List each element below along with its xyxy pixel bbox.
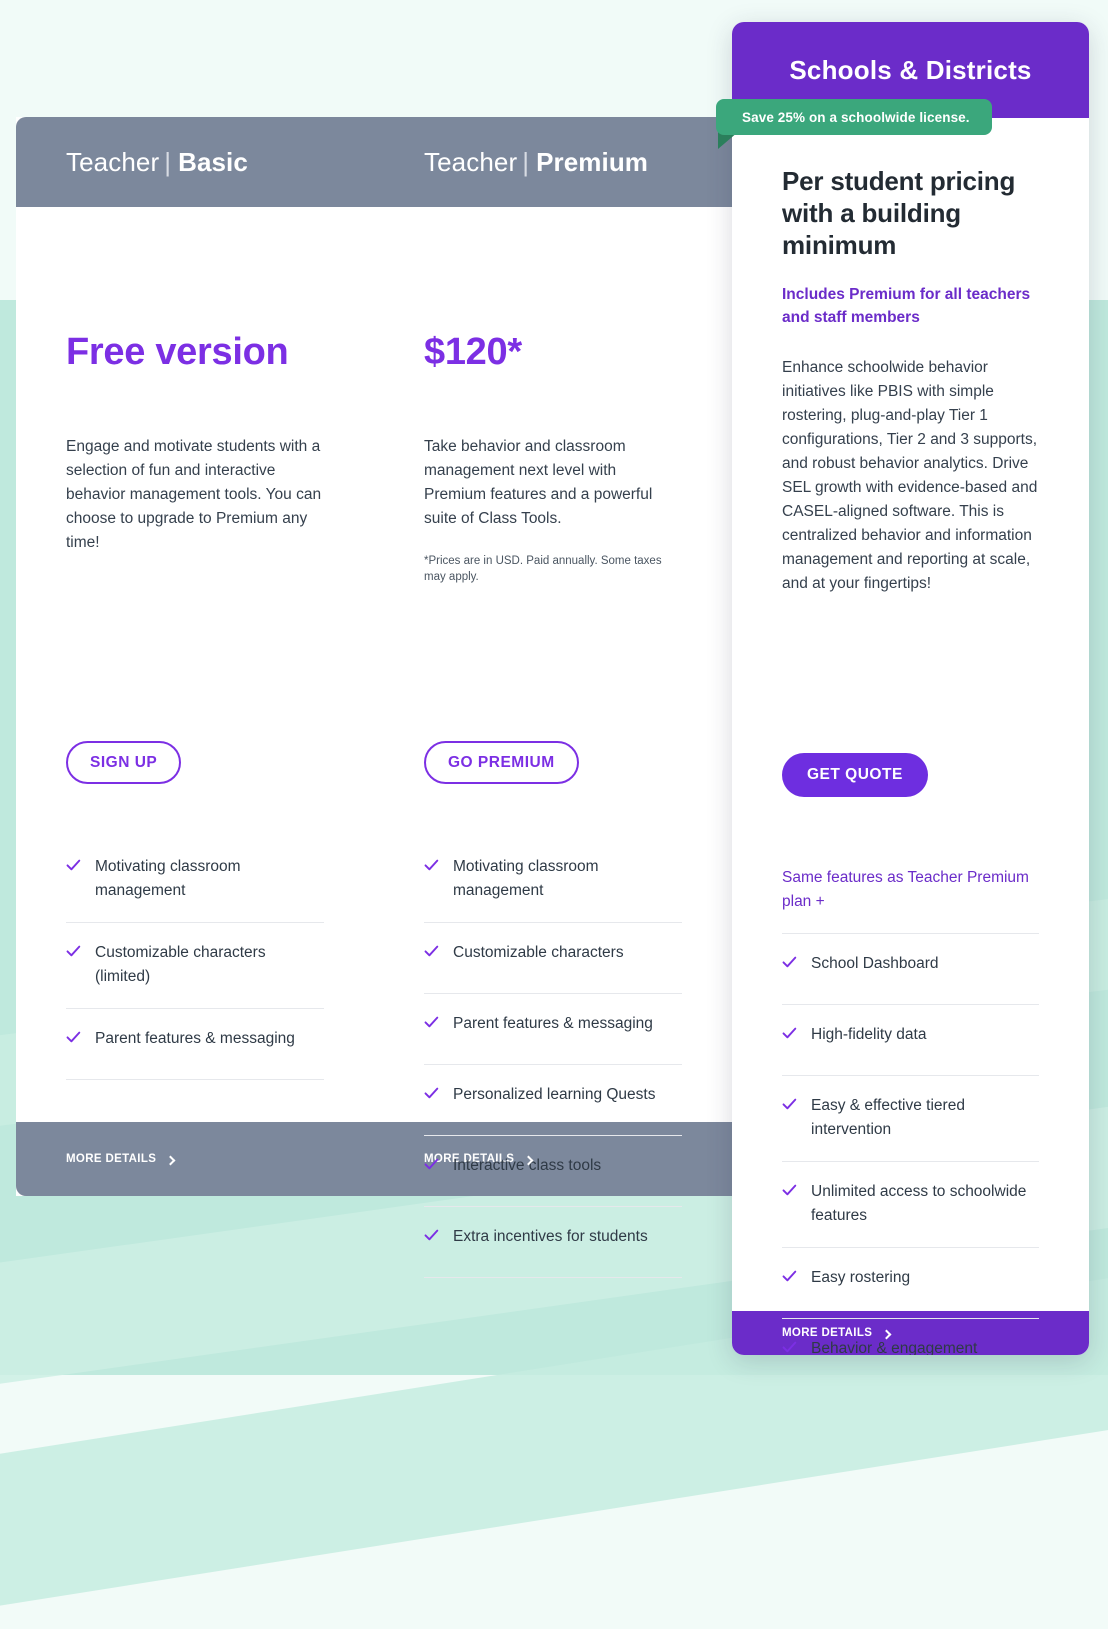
plan-body-premium: $120* Take behavior and classroom manage… [374,207,732,1278]
check-icon [782,1097,797,1112]
feature-row: Parent features & messaging [424,994,682,1065]
chevron-right-icon [165,1155,176,1165]
feature-label: Motivating classroom management [453,858,599,899]
check-icon [424,1086,439,1101]
feature-list-schools: Same features as Teacher Premium plan + … [732,848,1089,1355]
plan-card-schools: Schools & Districts Per student pricing … [732,22,1089,1355]
schools-cta-row: GET QUOTE [782,753,928,797]
plan-title-name: Basic [178,146,248,177]
feature-label: Behavior & engagement analytics [811,1340,978,1355]
feature-label: Extra incentives for students [453,1228,648,1245]
plan-header-premium: Teacher | Premium [374,117,732,207]
schools-body: Per student pricing with a building mini… [732,118,1089,1355]
feature-label: Personalized learning Quests [453,1086,656,1103]
check-icon [424,1228,439,1243]
savings-ribbon: Save 25% on a schoolwide license. [716,99,992,149]
plan-price-basic: Free version [66,331,289,373]
plan-title-name: Premium [536,146,649,177]
plan-price-premium: $120* [424,331,522,373]
feature-label: Customizable characters [453,944,624,961]
feature-label: Motivating classroom management [95,858,241,899]
check-icon [782,1340,797,1355]
plan-title-prefix: Teacher [66,146,160,177]
feature-row: Extra incentives for students [424,1207,682,1278]
plan-header-basic: Teacher | Basic [16,117,374,207]
feature-row: High-fidelity data [782,1005,1039,1076]
feature-list-basic: Motivating classroom management Customiz… [16,837,374,1080]
feature-row: Easy rostering [782,1248,1039,1319]
ribbon-body: Save 25% on a schoolwide license. [716,99,992,135]
check-icon [782,1026,797,1041]
check-icon [782,1183,797,1198]
feature-row: Parent features & messaging [66,1009,324,1080]
feature-row: Customizable characters (limited) [66,923,324,1009]
feature-row: Behavior & engagement analytics [782,1319,1039,1355]
ribbon-label: Save 25% on a schoolwide license. [742,109,970,125]
plan-description-premium: Take behavior and classroom management n… [424,438,653,527]
plan-card-premium: Teacher | Premium $120* Take behavior and … [374,117,732,1278]
schools-subtitle: Includes Premium for all teachers and st… [782,286,1031,326]
check-icon [66,1030,81,1045]
check-icon [424,1157,439,1172]
check-icon [66,858,81,873]
schools-description: Enhance schoolwide behavior initiatives … [782,359,1038,592]
feature-row: Unlimited access to schoolwide features [782,1162,1039,1248]
plan-body-basic: Free version Engage and motivate student… [16,207,374,1122]
plan-title-premium: Teacher | Premium [424,147,648,178]
more-details-label: MORE DETAILS [66,1153,157,1165]
feature-row: Motivating classroom management [66,837,324,923]
plan-title-prefix: Teacher [424,146,518,177]
go-premium-button[interactable]: GO PREMIUM [424,741,579,784]
feature-label: Parent features & messaging [453,1015,653,1032]
plan-title-basic: Teacher | Basic [66,147,248,178]
plan-cta-row-premium: GO PREMIUM [424,741,579,784]
get-quote-button[interactable]: GET QUOTE [782,753,928,797]
plan-title-separator: | [164,146,172,177]
feature-label: Unlimited access to schoolwide features [811,1183,1027,1224]
schools-features-note: Same features as Teacher Premium plan + [782,848,1039,934]
feature-row: Motivating classroom management [424,837,682,923]
feature-label: Parent features & messaging [95,1030,295,1047]
plan-card-basic: Teacher | Basic Free version Engage and mo… [16,117,374,1196]
pricing-board: Teacher | Basic Free version Engage and mo… [0,0,1108,1375]
check-icon [782,955,797,970]
check-icon [424,944,439,959]
feature-row: Interactive class tools [424,1136,682,1207]
plan-title-separator: | [522,146,530,177]
check-icon [782,1269,797,1284]
schools-header-title: Schools & Districts [789,54,1032,85]
check-icon [424,858,439,873]
feature-label: School Dashboard [811,955,939,972]
feature-label: Easy rostering [811,1269,911,1286]
check-icon [66,944,81,959]
feature-row: School Dashboard [782,934,1039,1005]
more-details-footer-basic[interactable]: MORE DETAILS [16,1122,374,1196]
schools-pricing-title: Per student pricing with a building mini… [782,166,1016,260]
check-icon [424,1015,439,1030]
feature-row: Easy & effective tiered intervention [782,1076,1039,1162]
feature-label: Easy & effective tiered intervention [811,1097,965,1138]
plan-description-basic: Engage and motivate students with a sele… [66,438,322,551]
feature-label: Customizable characters (limited) [95,944,266,985]
feature-label: High-fidelity data [811,1026,927,1043]
plan-fineprint-premium: *Prices are in USD. Paid annually. Some … [424,555,662,583]
plan-cta-row-basic: SIGN UP [66,741,182,784]
sign-up-button[interactable]: SIGN UP [66,741,182,784]
feature-row: Personalized learning Quests [424,1065,682,1136]
feature-row: Customizable characters [424,923,682,994]
feature-list-premium: Motivating classroom management Customiz… [374,837,732,1278]
